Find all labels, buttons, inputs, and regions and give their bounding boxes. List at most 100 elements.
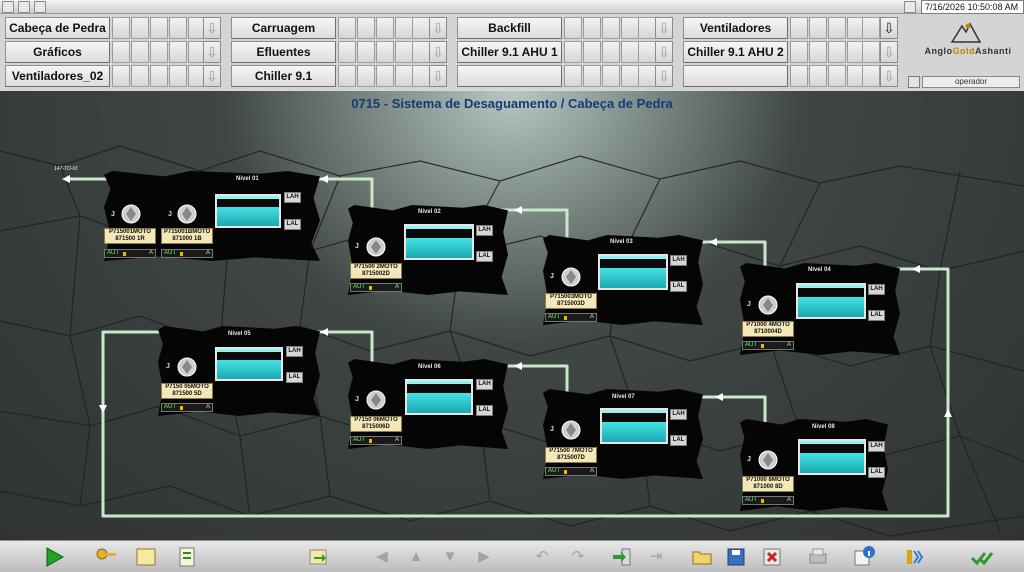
nav-slot[interactable]: [395, 65, 413, 87]
nav-slot[interactable]: [862, 41, 880, 63]
refresh-icon[interactable]: [18, 1, 30, 13]
report-icon[interactable]: [176, 545, 200, 569]
nav-slot[interactable]: [395, 17, 413, 39]
down-arrow-icon[interactable]: ⇩: [203, 41, 221, 63]
back-icon[interactable]: ◀: [370, 545, 394, 569]
sump-tank[interactable]: [600, 408, 668, 444]
nav-slot[interactable]: [828, 17, 846, 39]
export-icon[interactable]: [306, 545, 330, 569]
nav-slot[interactable]: [790, 17, 808, 39]
nav-slot[interactable]: [112, 65, 130, 87]
key-icon[interactable]: [94, 545, 118, 569]
nav-slot[interactable]: [131, 17, 149, 39]
keyboard-icon[interactable]: [908, 76, 920, 88]
sound-icon[interactable]: [904, 545, 928, 569]
pump-icon[interactable]: [560, 419, 582, 441]
pump-icon[interactable]: [176, 356, 198, 378]
nav-slot[interactable]: [809, 41, 827, 63]
pump-status[interactable]: AUT A: [161, 403, 213, 412]
pump-status[interactable]: AUT A: [742, 496, 794, 505]
nav-empty[interactable]: [683, 65, 788, 87]
pump-status[interactable]: AUT A: [104, 249, 156, 258]
nav-slot[interactable]: [338, 41, 356, 63]
pump-status[interactable]: AUT A: [350, 436, 402, 445]
nav-carruagem[interactable]: Carruagem: [231, 17, 336, 39]
nav-cabeca-de-pedra[interactable]: Cabeça de Pedra: [5, 17, 110, 39]
settings-icon[interactable]: [34, 1, 46, 13]
pump-tag[interactable]: P715001MOTO 871500 1R: [104, 228, 156, 244]
down-arrow-icon[interactable]: ⇩: [880, 41, 898, 63]
down-arrow-icon[interactable]: ⇩: [880, 65, 898, 87]
nav-efluentes[interactable]: Efluentes: [231, 41, 336, 63]
sump-tank[interactable]: [798, 439, 866, 475]
down-arrow-icon[interactable]: ⇩: [429, 17, 447, 39]
nav-chiller-9-1[interactable]: Chiller 9.1: [231, 65, 336, 87]
pump-status[interactable]: AUT A: [161, 249, 213, 258]
pump-icon[interactable]: [757, 449, 779, 471]
nav-slot[interactable]: [621, 65, 639, 87]
down-arrow-icon[interactable]: ⇩: [880, 17, 898, 39]
sump-tank[interactable]: [796, 283, 866, 319]
calendar-icon[interactable]: [904, 1, 916, 13]
down-arrow-icon[interactable]: ⇩: [203, 17, 221, 39]
pump-icon[interactable]: [365, 236, 387, 258]
down-arrow-icon[interactable]: ⇩: [203, 65, 221, 87]
nav-slot[interactable]: [338, 17, 356, 39]
delete-icon[interactable]: [760, 545, 784, 569]
nav-slot[interactable]: [169, 65, 187, 87]
sump-tank[interactable]: [404, 224, 474, 260]
login-icon[interactable]: [610, 545, 634, 569]
acknowledge-icon[interactable]: [970, 545, 994, 569]
nav-slot[interactable]: [376, 17, 394, 39]
up-icon[interactable]: ▲: [404, 545, 428, 569]
nav-graficos[interactable]: Gráficos: [5, 41, 110, 63]
nav-slot[interactable]: [357, 17, 375, 39]
pump-status[interactable]: AUT A: [350, 283, 402, 292]
nav-slot[interactable]: [412, 17, 430, 39]
pump-icon[interactable]: [365, 389, 387, 411]
folder-open-icon[interactable]: [690, 545, 714, 569]
undo-icon[interactable]: ↶: [530, 545, 554, 569]
nav-slot[interactable]: [638, 17, 656, 39]
nav-slot[interactable]: [150, 17, 168, 39]
play-icon[interactable]: [42, 545, 66, 569]
home-icon[interactable]: [2, 1, 14, 13]
nav-slot[interactable]: [150, 41, 168, 63]
pump-tag[interactable]: P715003MOTO 8715003D: [545, 293, 597, 309]
logout-icon[interactable]: ⇥: [644, 545, 668, 569]
nav-slot[interactable]: [809, 17, 827, 39]
nav-slot[interactable]: [131, 65, 149, 87]
sump-tank[interactable]: [215, 347, 283, 381]
nav-slot[interactable]: [564, 65, 582, 87]
nav-slot[interactable]: [621, 41, 639, 63]
nav-slot[interactable]: [376, 65, 394, 87]
nav-slot[interactable]: [357, 41, 375, 63]
sump-tank[interactable]: [215, 194, 281, 228]
pump-tag[interactable]: P71500 7MOTO 8715007D: [545, 447, 597, 463]
nav-slot[interactable]: [395, 41, 413, 63]
nav-slot[interactable]: [583, 41, 601, 63]
nav-slot[interactable]: [862, 65, 880, 87]
nav-slot[interactable]: [412, 65, 430, 87]
sump-tank[interactable]: [405, 379, 473, 415]
nav-chiller-ahu1[interactable]: Chiller 9.1 AHU 1: [457, 41, 562, 63]
nav-empty[interactable]: [457, 65, 562, 87]
nav-slot[interactable]: [564, 41, 582, 63]
nav-slot[interactable]: [357, 65, 375, 87]
pump-icon[interactable]: [176, 203, 198, 225]
nav-slot[interactable]: [583, 17, 601, 39]
nav-slot[interactable]: [790, 41, 808, 63]
nav-slot[interactable]: [828, 41, 846, 63]
nav-ventiladores[interactable]: Ventiladores: [683, 17, 788, 39]
nav-slot[interactable]: [583, 65, 601, 87]
down-arrow-icon[interactable]: ⇩: [429, 41, 447, 63]
nav-slot[interactable]: [131, 41, 149, 63]
pump-tag[interactable]: P7150 06MOTO 8715006D: [350, 416, 402, 432]
nav-slot[interactable]: [809, 65, 827, 87]
down-arrow-icon[interactable]: ⇩: [655, 65, 673, 87]
nav-slot[interactable]: [112, 17, 130, 39]
nav-chiller-ahu2[interactable]: Chiller 9.1 AHU 2: [683, 41, 788, 63]
down-icon[interactable]: ▼: [438, 545, 462, 569]
nav-slot[interactable]: [338, 65, 356, 87]
nav-slot[interactable]: [602, 41, 620, 63]
